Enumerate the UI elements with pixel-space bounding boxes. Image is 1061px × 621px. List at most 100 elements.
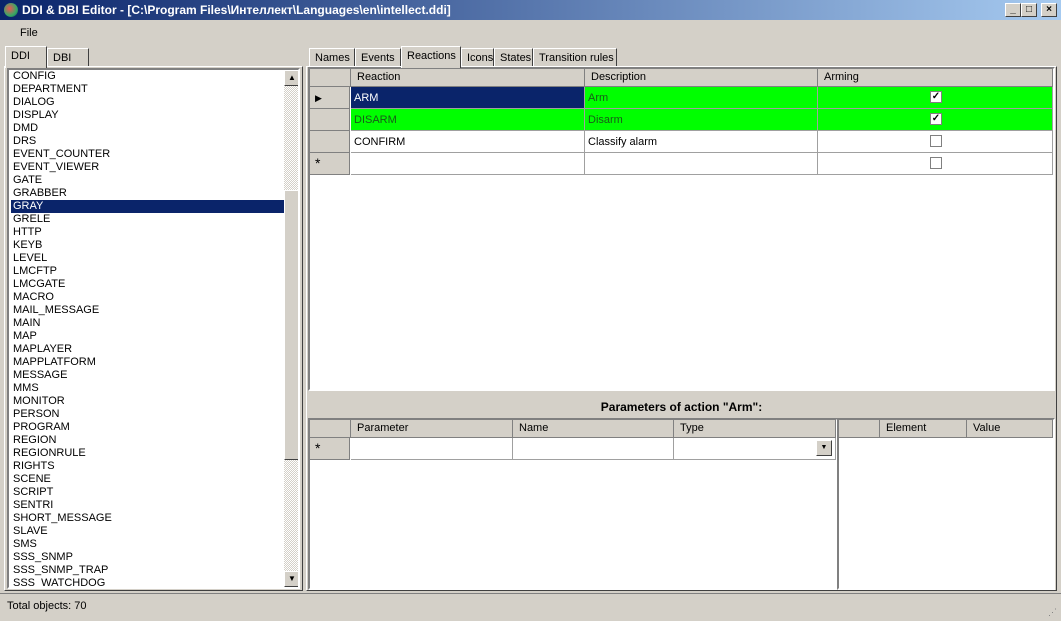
scroll-thumb[interactable] xyxy=(284,190,298,460)
object-list-item[interactable]: GATE xyxy=(11,174,284,187)
object-list-item[interactable]: MAIL_MESSAGE xyxy=(11,304,284,317)
object-list-item[interactable]: MACRO xyxy=(11,291,284,304)
reaction-cell[interactable]: ARM xyxy=(351,87,585,109)
object-list-item[interactable]: SHORT_MESSAGE xyxy=(11,512,284,525)
chevron-down-icon[interactable]: ▼ xyxy=(816,440,832,456)
object-list-item[interactable]: MONITOR xyxy=(11,395,284,408)
arming-cell[interactable]: ✓ xyxy=(818,109,1053,131)
scroll-down-icon[interactable]: ▼ xyxy=(284,571,298,587)
reactions-grid[interactable]: Reaction Description Arming ▶ ARM Arm ✓ DISA… xyxy=(308,67,1055,391)
object-list-item[interactable]: SLAVE xyxy=(11,525,284,538)
tab-events[interactable]: Events xyxy=(355,48,401,67)
menu-bar: File xyxy=(0,20,1061,44)
header-name[interactable]: Name xyxy=(513,420,674,438)
tab-names[interactable]: Names xyxy=(309,48,355,67)
arming-checkbox[interactable]: ✓ xyxy=(930,113,942,125)
object-list-item[interactable]: MESSAGE xyxy=(11,369,284,382)
object-list-item[interactable]: LEVEL xyxy=(11,252,284,265)
app-icon xyxy=(4,3,18,17)
object-list-item[interactable]: GRELE xyxy=(11,213,284,226)
name-cell[interactable] xyxy=(513,438,674,460)
header-value[interactable]: Value xyxy=(967,420,1053,438)
object-list-item[interactable]: KEYB xyxy=(11,239,284,252)
maximize-button[interactable]: □ xyxy=(1021,3,1037,17)
object-list-item[interactable]: DEPARTMENT xyxy=(11,83,284,96)
object-list-item[interactable]: EVENT_VIEWER xyxy=(11,161,284,174)
arming-cell[interactable]: ✓ xyxy=(818,87,1053,109)
object-list-item[interactable]: MAPLAYER xyxy=(11,343,284,356)
param-cell[interactable] xyxy=(351,438,513,460)
reaction-cell[interactable]: DISARM xyxy=(351,109,585,131)
arming-cell[interactable] xyxy=(818,153,1053,175)
object-list-item[interactable]: CONFIG xyxy=(11,70,284,83)
close-button[interactable]: × xyxy=(1041,3,1057,17)
object-list-item[interactable]: PROGRAM xyxy=(11,421,284,434)
resize-grip-icon[interactable]: ⋰ xyxy=(1048,607,1057,618)
header-parameter[interactable]: Parameter xyxy=(351,420,513,438)
tab-icons[interactable]: Icons xyxy=(461,48,494,67)
object-list-item[interactable]: GRABBER xyxy=(11,187,284,200)
status-text: Total objects: 70 xyxy=(7,600,87,612)
tab-reactions[interactable]: Reactions xyxy=(401,46,461,68)
minimize-button[interactable]: _ xyxy=(1005,3,1021,17)
tab-states[interactable]: States xyxy=(494,48,533,67)
reaction-cell[interactable] xyxy=(351,153,585,175)
object-list-item[interactable]: DRS xyxy=(11,135,284,148)
row-indicator[interactable]: ▶ xyxy=(310,87,350,109)
object-list-item[interactable]: REGION xyxy=(11,434,284,447)
list-scrollbar[interactable]: ▲ ▼ xyxy=(284,70,298,587)
object-list[interactable]: SSS_WATCHDOG SSS_SNMP_TRAP SSS_SNMP SMS SLAV… xyxy=(7,68,300,589)
scroll-up-icon[interactable]: ▲ xyxy=(284,70,298,86)
arming-checkbox[interactable] xyxy=(930,157,942,169)
arming-checkbox[interactable] xyxy=(930,135,942,147)
object-list-item[interactable]: SSS_WATCHDOG xyxy=(11,577,284,587)
grid-corner xyxy=(310,69,351,87)
object-list-item[interactable]: EVENT_COUNTER xyxy=(11,148,284,161)
object-list-item[interactable]: REGIONRULE xyxy=(11,447,284,460)
window-title: DDI & DBI Editor - [C:\Program Files\Инт… xyxy=(22,3,451,17)
tab-transition-rules[interactable]: Transition rules xyxy=(533,48,617,67)
object-list-item[interactable]: DMD xyxy=(11,122,284,135)
object-list-item[interactable]: SCRIPT xyxy=(11,486,284,499)
object-list-item[interactable]: MAIN xyxy=(11,317,284,330)
object-list-item[interactable]: MMS xyxy=(11,382,284,395)
object-list-item[interactable]: GRAY xyxy=(11,200,284,213)
row-indicator[interactable] xyxy=(310,131,350,153)
parameters-title: Parameters of action "Arm": xyxy=(600,400,763,414)
header-element[interactable]: Element xyxy=(880,420,967,438)
object-list-item[interactable]: LMCFTP xyxy=(11,265,284,278)
object-list-item[interactable]: MAP xyxy=(11,330,284,343)
elements-grid[interactable]: Element Value xyxy=(837,418,1055,590)
object-list-item[interactable]: SMS xyxy=(11,538,284,551)
description-cell[interactable] xyxy=(585,153,818,175)
object-list-item[interactable]: PERSON xyxy=(11,408,284,421)
menu-file[interactable]: File xyxy=(20,27,38,39)
type-dropdown[interactable]: ▼ xyxy=(674,438,836,460)
header-description[interactable]: Description xyxy=(585,69,818,87)
header-type[interactable]: Type xyxy=(674,420,836,438)
row-indicator[interactable] xyxy=(310,109,350,131)
header-reaction[interactable]: Reaction xyxy=(351,69,585,87)
tab-ddi[interactable]: DDI xyxy=(5,46,47,68)
object-list-item[interactable]: DISPLAY xyxy=(11,109,284,122)
object-list-item[interactable]: SSS_SNMP xyxy=(11,551,284,564)
arming-cell[interactable] xyxy=(818,131,1053,153)
object-list-item[interactable]: RIGHTS xyxy=(11,460,284,473)
object-list-item[interactable]: MAPPLATFORM xyxy=(11,356,284,369)
description-cell[interactable]: Disarm xyxy=(585,109,818,131)
object-list-item[interactable]: SSS_SNMP_TRAP xyxy=(11,564,284,577)
description-cell[interactable]: Classify alarm xyxy=(585,131,818,153)
title-bar: DDI & DBI Editor - [C:\Program Files\Инт… xyxy=(0,0,1061,20)
header-arming[interactable]: Arming xyxy=(818,69,1053,87)
object-list-item[interactable]: HTTP xyxy=(11,226,284,239)
arming-checkbox[interactable]: ✓ xyxy=(930,91,942,103)
object-list-item[interactable]: SENTRI xyxy=(11,499,284,512)
parameters-grid[interactable]: Parameter Name Type * ▼ xyxy=(308,418,838,590)
tab-dbi[interactable]: DBI xyxy=(47,48,89,67)
object-list-item[interactable]: SCENE xyxy=(11,473,284,486)
object-list-item[interactable]: DIALOG xyxy=(11,96,284,109)
object-list-item[interactable]: LMCGATE xyxy=(11,278,284,291)
description-cell[interactable]: Arm xyxy=(585,87,818,109)
grid-corner xyxy=(310,420,351,438)
reaction-cell[interactable]: CONFIRM xyxy=(351,131,585,153)
